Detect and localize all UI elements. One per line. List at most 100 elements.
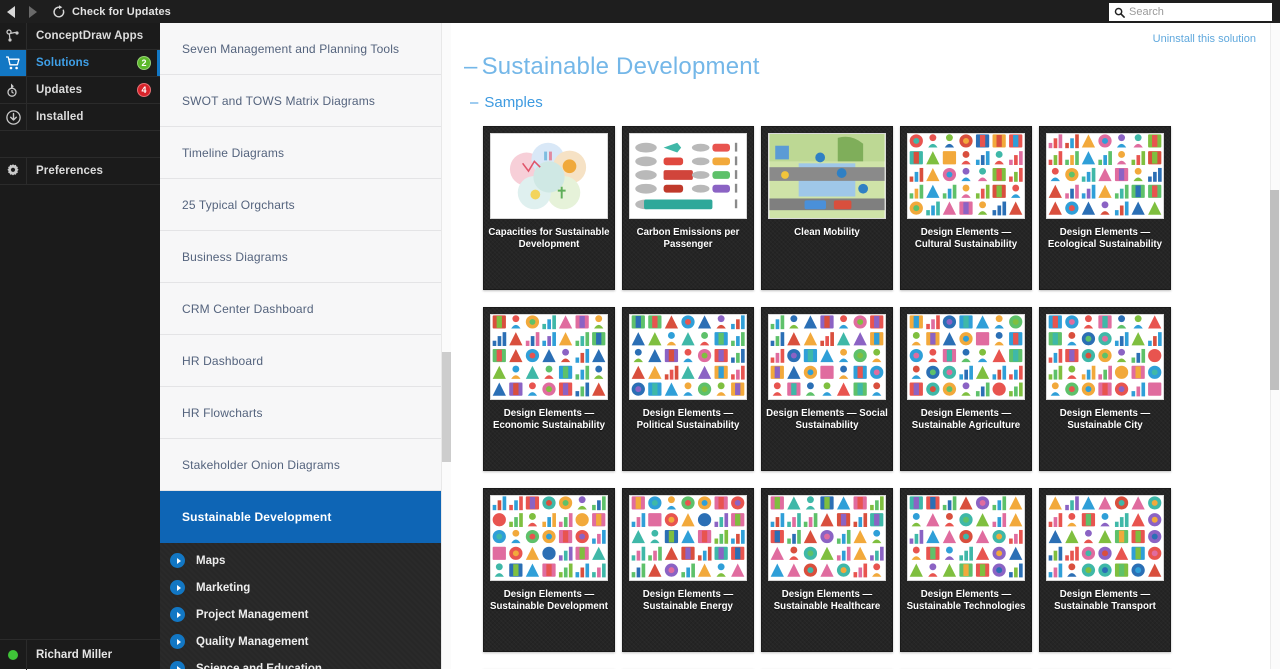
search-box[interactable] xyxy=(1109,3,1272,21)
main-scrollbar[interactable] xyxy=(1270,23,1280,669)
sidebar-item-solutions[interactable]: Solutions 2 xyxy=(0,50,160,77)
main-scrollbar-thumb[interactable] xyxy=(1270,190,1279,390)
forward-button[interactable] xyxy=(22,0,44,23)
sample-card[interactable]: Design Elements — Ecological Sustainabil… xyxy=(1039,126,1171,290)
play-circle-icon xyxy=(170,580,185,595)
sidebar-item-conceptdraw-apps[interactable]: ConceptDraw Apps xyxy=(0,23,160,50)
category-item-label: Marketing xyxy=(196,582,250,594)
play-circle-icon xyxy=(170,661,185,669)
samples-heading-text: Samples xyxy=(484,94,542,111)
solution-list-item[interactable]: Business Diagrams xyxy=(160,231,442,283)
sample-thumbnail xyxy=(490,133,608,219)
sample-card-caption: Carbon Emissions per Passenger xyxy=(626,227,750,250)
solution-list-item-label: Seven Management and Planning Tools xyxy=(182,42,399,56)
solution-list-item[interactable]: HR Flowcharts xyxy=(160,387,442,439)
triangle-left-icon xyxy=(7,6,15,18)
solution-list-item[interactable]: SWOT and TOWS Matrix Diagrams xyxy=(160,75,442,127)
sidebar-item-updates[interactable]: Updates 4 xyxy=(0,77,160,104)
main-content: Uninstall this solution –Sustainable Dev… xyxy=(452,23,1270,669)
sample-thumbnail xyxy=(1046,314,1164,400)
gear-icon xyxy=(0,158,27,184)
sample-thumbnail xyxy=(907,314,1025,400)
solution-list-item-label: HR Dashboard xyxy=(182,354,263,368)
category-item[interactable]: Quality Management xyxy=(160,628,442,655)
sample-card[interactable]: Design Elements — Sustainable Transport xyxy=(1039,488,1171,652)
sample-card[interactable]: Design Elements — Sustainable Healthcare xyxy=(761,488,893,652)
collapse-dash-icon[interactable]: – xyxy=(464,53,478,80)
collapse-dash-icon[interactable]: – xyxy=(470,94,478,111)
user-status-bar[interactable]: Richard Miller xyxy=(0,639,160,669)
left-sidebar: ConceptDraw Apps Solutions 2 Updates 4 xyxy=(0,23,160,669)
sample-card[interactable]: Design Elements — Social Sustainability xyxy=(761,307,893,471)
cart-icon xyxy=(0,50,27,76)
play-circle-icon xyxy=(170,553,185,568)
sidebar-item-preferences[interactable]: Preferences xyxy=(0,158,160,185)
sample-card-caption: Design Elements — Sustainable Healthcare xyxy=(765,589,889,612)
sample-card-caption: Design Elements — Social Sustainability xyxy=(765,408,889,431)
solution-list-item[interactable]: Stakeholder Onion Diagrams xyxy=(160,439,442,491)
sample-card[interactable]: Capacities for Sustainable Development xyxy=(483,126,615,290)
sidebar-item-installed[interactable]: Installed xyxy=(0,104,160,131)
apps-icon xyxy=(0,23,27,49)
category-item[interactable]: Science and Education xyxy=(160,655,442,669)
download-icon xyxy=(0,104,27,130)
sample-thumbnail xyxy=(490,495,608,581)
sidebar-item-label: Installed xyxy=(27,111,160,123)
solution-list-item[interactable]: CRM Center Dashboard xyxy=(160,283,442,335)
sample-card[interactable]: Design Elements — Sustainable City xyxy=(1039,307,1171,471)
solution-list-item[interactable]: 25 Typical Orgcharts xyxy=(160,179,442,231)
check-for-updates-label: Check for Updates xyxy=(72,6,171,18)
solution-list-item-label: 25 Typical Orgcharts xyxy=(182,198,295,212)
page-title-text: Sustainable Development xyxy=(482,53,760,80)
category-item[interactable]: Marketing xyxy=(160,574,442,601)
user-name-label: Richard Miller xyxy=(27,649,112,661)
solution-list-item[interactable]: Sustainable Development xyxy=(160,491,442,543)
solution-list-scrollbar[interactable] xyxy=(441,23,451,669)
play-circle-icon xyxy=(170,634,185,649)
category-item[interactable]: Maps xyxy=(160,547,442,574)
category-item-label: Science and Education xyxy=(196,663,322,670)
check-for-updates-button[interactable]: Check for Updates xyxy=(52,0,171,23)
sample-card[interactable]: Design Elements — Economic Sustainabilit… xyxy=(483,307,615,471)
solution-list-panel[interactable]: Seven Management and Planning Tools SWOT … xyxy=(160,23,442,669)
sample-card-caption: Design Elements — Sustainable Agricultur… xyxy=(904,408,1028,431)
solution-list-item-label: CRM Center Dashboard xyxy=(182,302,314,316)
sample-card-caption: Design Elements — Sustainable Energy xyxy=(626,589,750,612)
sample-thumbnail xyxy=(768,314,886,400)
category-item[interactable]: Project Management xyxy=(160,601,442,628)
samples-grid: Capacities for Sustainable Development Ca… xyxy=(483,126,1205,669)
sample-thumbnail xyxy=(629,495,747,581)
solution-list-item-label: Sustainable Development xyxy=(182,510,332,524)
sample-card[interactable]: Design Elements — Sustainable Technologi… xyxy=(900,488,1032,652)
sample-thumbnail xyxy=(629,314,747,400)
sample-card[interactable]: Design Elements — Political Sustainabili… xyxy=(622,307,754,471)
sample-thumbnail xyxy=(768,133,886,219)
sample-card[interactable]: Design Elements — Sustainable Developmen… xyxy=(483,488,615,652)
back-button[interactable] xyxy=(0,0,22,23)
page-title: –Sustainable Development xyxy=(464,53,760,81)
search-input[interactable] xyxy=(1129,6,1267,18)
sample-card[interactable]: Clean Mobility xyxy=(761,126,893,290)
online-dot-icon xyxy=(8,650,18,660)
play-circle-icon xyxy=(170,607,185,622)
samples-section-heading: –Samples xyxy=(470,94,543,111)
sample-card-caption: Capacities for Sustainable Development xyxy=(487,227,611,250)
sample-card[interactable]: Design Elements — Sustainable Agricultur… xyxy=(900,307,1032,471)
solution-list-item[interactable]: Seven Management and Planning Tools xyxy=(160,23,442,75)
solution-list-scrollbar-thumb[interactable] xyxy=(442,352,451,462)
sample-thumbnail xyxy=(907,495,1025,581)
solution-list-item[interactable]: Timeline Diagrams xyxy=(160,127,442,179)
uninstall-solution-link[interactable]: Uninstall this solution xyxy=(1153,33,1256,45)
sidebar-item-label: Solutions xyxy=(27,57,137,69)
sample-card[interactable]: Carbon Emissions per Passenger xyxy=(622,126,754,290)
sample-card[interactable]: Design Elements — Cultural Sustainabilit… xyxy=(900,126,1032,290)
sample-card[interactable]: Design Elements — Sustainable Energy xyxy=(622,488,754,652)
category-item-label: Quality Management xyxy=(196,636,308,648)
sample-thumbnail xyxy=(1046,495,1164,581)
solution-list-item-label: HR Flowcharts xyxy=(182,406,263,420)
solution-list-item[interactable]: HR Dashboard xyxy=(160,335,442,387)
online-dot-cell xyxy=(0,640,27,670)
sample-thumbnail xyxy=(490,314,608,400)
solution-list-item-label: Timeline Diagrams xyxy=(182,146,284,160)
top-toolbar: Check for Updates xyxy=(0,0,1280,23)
